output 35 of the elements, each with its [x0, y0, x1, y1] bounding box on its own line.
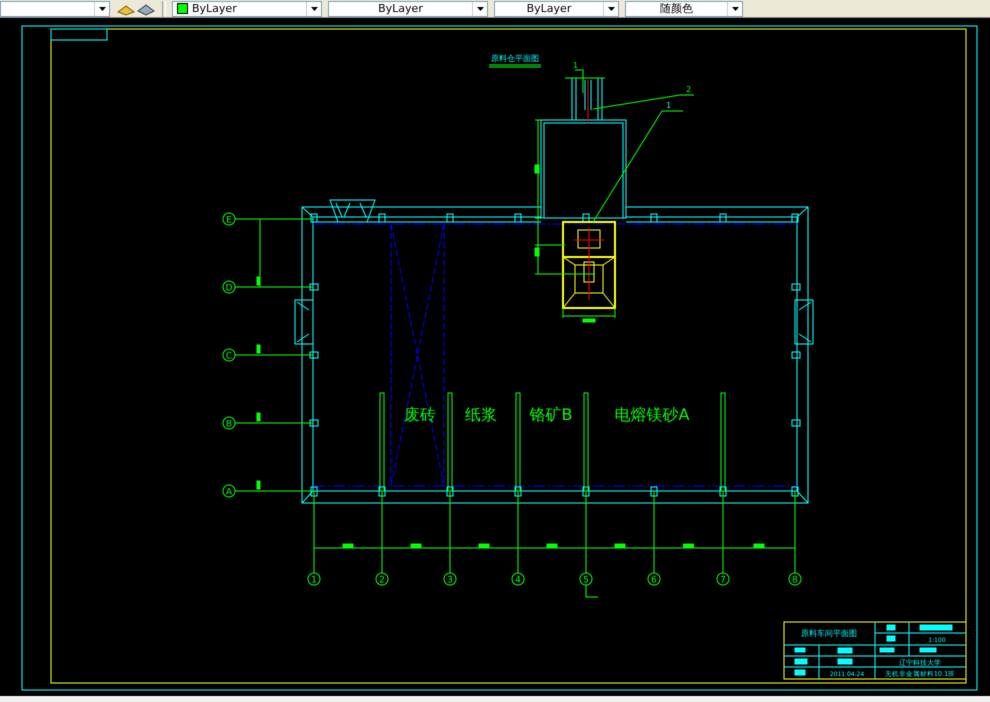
- caret-icon: [98, 6, 106, 10]
- caret-icon: [476, 6, 484, 10]
- title-underline: [488, 64, 542, 68]
- sheet-code-box: [50, 28, 108, 40]
- caret-icon: [732, 6, 738, 10]
- leader-number: 2: [686, 85, 692, 94]
- material-label: 电熔镁砂A: [614, 405, 690, 424]
- material-label: 废砖: [404, 405, 436, 424]
- property-dropdown[interactable]: 随颜色: [625, 0, 743, 16]
- dropdown-field[interactable]: [0, 0, 110, 16]
- axis-bubble: 8: [788, 572, 802, 586]
- leader-number: 1: [573, 61, 578, 70]
- axis-bubble: 5: [580, 572, 592, 586]
- material-label: 铬矿B: [530, 405, 572, 424]
- axis-bubble: C: [222, 348, 236, 362]
- drawing-title: 原料车间平面图: [801, 629, 857, 638]
- layer-tools-icon[interactable]: [116, 2, 156, 16]
- axis-bubble: E: [222, 212, 236, 226]
- property-dropdown[interactable]: ByLayer: [494, 0, 619, 16]
- material-label: 纸浆: [465, 405, 497, 424]
- axis-bubble: 4: [512, 572, 524, 586]
- axis-bubble: 1: [308, 572, 320, 586]
- axis-bubble: 6: [648, 572, 660, 586]
- axis-bubble: 7: [716, 572, 730, 586]
- property-dropdown[interactable]: ByLayer: [328, 0, 488, 16]
- caret-icon: [310, 6, 318, 10]
- axis-bubble: 3: [444, 572, 456, 586]
- axis-bubble: B: [222, 416, 236, 430]
- axis-bubble: D: [222, 280, 236, 294]
- plan-title: 原料仓平面图: [491, 54, 539, 63]
- axis-bubble: 2: [376, 572, 388, 586]
- property-dropdown[interactable]: ByLayer: [172, 0, 322, 16]
- caret-icon: [608, 6, 614, 10]
- axis-bubble: A: [222, 484, 236, 498]
- leader-number: 1: [666, 101, 672, 110]
